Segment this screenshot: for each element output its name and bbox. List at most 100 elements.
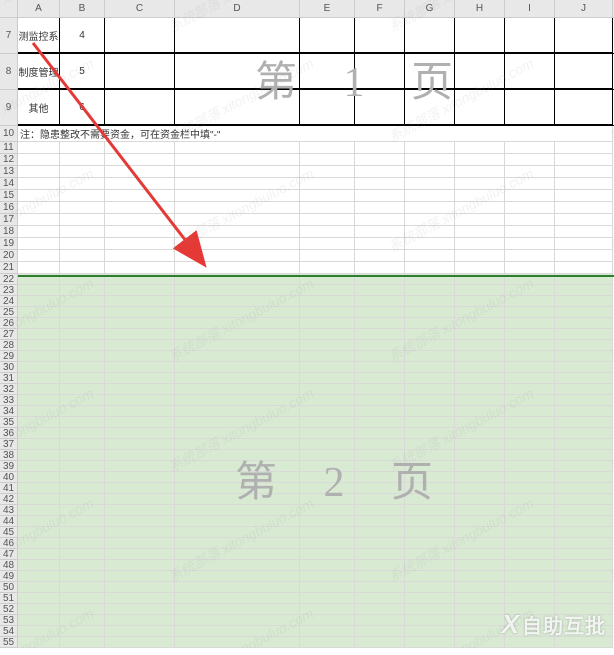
cell[interactable] [175, 593, 300, 604]
cell[interactable] [60, 362, 105, 373]
cell[interactable] [455, 538, 505, 549]
cell[interactable] [300, 18, 355, 53]
cell[interactable] [355, 571, 405, 582]
cell[interactable] [355, 527, 405, 538]
cell[interactable] [60, 384, 105, 395]
cell[interactable] [455, 54, 505, 89]
cell[interactable] [555, 494, 613, 505]
cell[interactable] [405, 307, 455, 318]
cell[interactable] [405, 142, 455, 154]
cell[interactable] [505, 351, 555, 362]
cell[interactable] [555, 262, 613, 274]
cell[interactable] [175, 285, 300, 296]
cell[interactable] [175, 450, 300, 461]
row-header-37[interactable]: 37 [0, 439, 18, 450]
cell[interactable] [405, 417, 455, 428]
cell[interactable] [300, 406, 355, 417]
cell[interactable] [105, 166, 175, 178]
cell[interactable] [355, 90, 405, 125]
cell[interactable] [355, 582, 405, 593]
row-header-54[interactable]: 54 [0, 626, 18, 637]
cell[interactable] [505, 178, 555, 190]
row-header-26[interactable]: 26 [0, 318, 18, 329]
cell[interactable] [505, 560, 555, 571]
cell[interactable] [175, 178, 300, 190]
cell[interactable] [405, 329, 455, 340]
cell[interactable] [555, 226, 613, 238]
cell[interactable] [60, 285, 105, 296]
cell[interactable] [18, 202, 60, 214]
cell[interactable] [175, 238, 300, 250]
cell[interactable] [555, 190, 613, 202]
cell[interactable] [300, 395, 355, 406]
cell[interactable] [355, 472, 405, 483]
row-header-33[interactable]: 33 [0, 395, 18, 406]
row-header-51[interactable]: 51 [0, 593, 18, 604]
cell[interactable] [505, 329, 555, 340]
cell[interactable] [18, 450, 60, 461]
row-header-19[interactable]: 19 [0, 238, 18, 250]
cell[interactable] [555, 351, 613, 362]
row-header-47[interactable]: 47 [0, 549, 18, 560]
cell[interactable] [300, 285, 355, 296]
cell[interactable] [555, 516, 613, 527]
cell[interactable] [405, 560, 455, 571]
cell[interactable] [105, 190, 175, 202]
cell[interactable] [175, 538, 300, 549]
cell[interactable] [175, 615, 300, 626]
cell[interactable] [175, 54, 300, 89]
cell[interactable] [60, 450, 105, 461]
cell[interactable] [105, 318, 175, 329]
cell[interactable] [455, 318, 505, 329]
cell[interactable] [18, 226, 60, 238]
cell[interactable] [505, 538, 555, 549]
cell[interactable] [18, 154, 60, 166]
cell[interactable] [300, 417, 355, 428]
row-header-48[interactable]: 48 [0, 560, 18, 571]
cell[interactable] [18, 505, 60, 516]
cell[interactable] [355, 214, 405, 226]
cell[interactable] [505, 582, 555, 593]
cell[interactable] [18, 604, 60, 615]
cell[interactable] [355, 593, 405, 604]
cell[interactable] [300, 90, 355, 125]
cell[interactable]: 监测监控系统 [18, 18, 60, 53]
cell[interactable] [18, 262, 60, 274]
cell[interactable] [105, 307, 175, 318]
cell[interactable] [505, 307, 555, 318]
cell[interactable] [505, 527, 555, 538]
cell[interactable] [175, 505, 300, 516]
cell[interactable] [455, 296, 505, 307]
cell[interactable] [505, 494, 555, 505]
cell[interactable] [555, 318, 613, 329]
cell[interactable] [455, 384, 505, 395]
cell[interactable] [505, 406, 555, 417]
cell[interactable] [555, 178, 613, 190]
cell[interactable] [105, 516, 175, 527]
cell[interactable] [60, 560, 105, 571]
cell[interactable] [105, 527, 175, 538]
cell[interactable] [505, 472, 555, 483]
cell[interactable] [60, 142, 105, 154]
cell[interactable] [405, 250, 455, 262]
cell[interactable] [175, 571, 300, 582]
cell[interactable] [455, 593, 505, 604]
row-header-45[interactable]: 45 [0, 527, 18, 538]
cell[interactable] [105, 395, 175, 406]
cell[interactable] [355, 461, 405, 472]
col-header-A[interactable]: A [18, 0, 60, 17]
col-header-F[interactable]: F [355, 0, 405, 17]
cell[interactable] [355, 538, 405, 549]
cell[interactable] [405, 214, 455, 226]
row-header-29[interactable]: 29 [0, 351, 18, 362]
cell[interactable] [60, 439, 105, 450]
cell[interactable] [405, 262, 455, 274]
cell[interactable] [455, 285, 505, 296]
cell[interactable] [505, 373, 555, 384]
cell[interactable] [455, 494, 505, 505]
cell[interactable] [105, 472, 175, 483]
cell[interactable] [60, 340, 105, 351]
cell[interactable] [105, 285, 175, 296]
cell[interactable] [555, 428, 613, 439]
cell[interactable] [175, 373, 300, 384]
